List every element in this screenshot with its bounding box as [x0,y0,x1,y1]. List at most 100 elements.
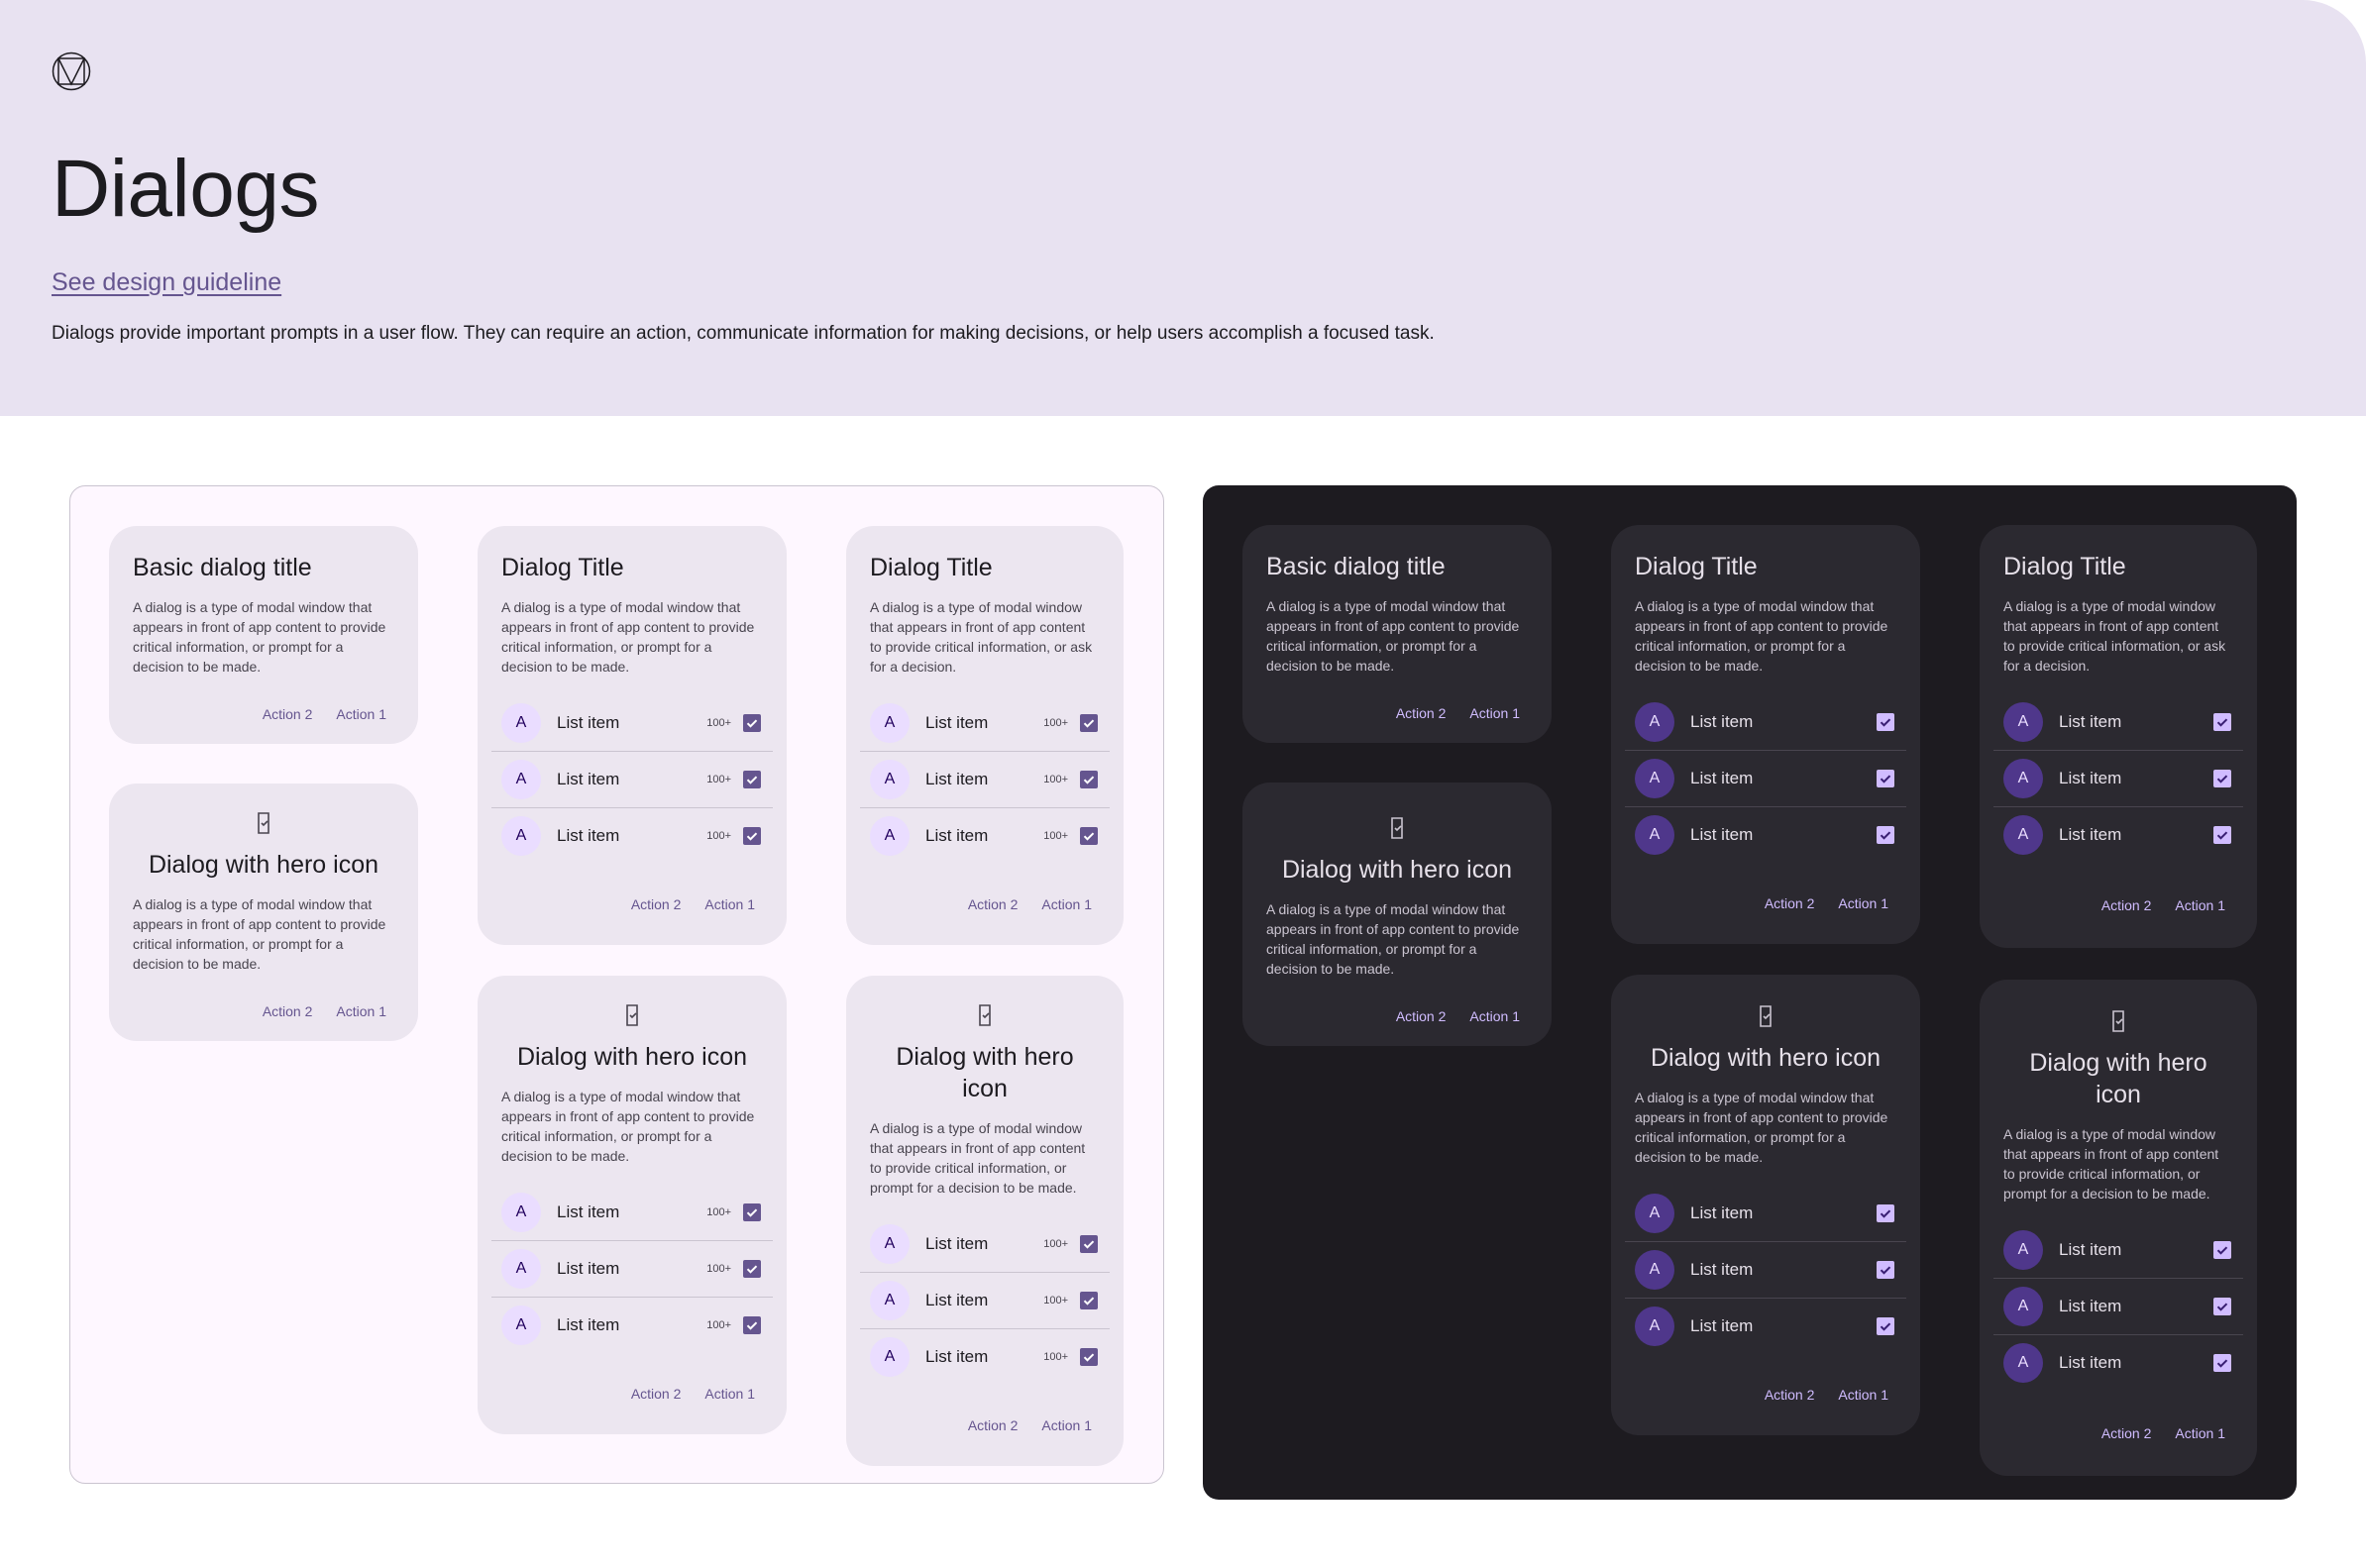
list-item[interactable]: A List item [1625,1298,1906,1354]
action-2-button[interactable]: Action 2 [1384,697,1458,729]
checkbox[interactable] [743,1202,761,1221]
list-item[interactable]: A List item 100+ [860,751,1110,807]
design-guideline-link[interactable]: See design guideline [52,268,281,297]
checkbox[interactable] [1080,713,1098,732]
list-item[interactable]: A List item 100+ [860,1328,1110,1385]
hero-icon-container [501,1003,763,1029]
action-1-button[interactable]: Action 1 [1826,888,1900,919]
check-icon [746,718,758,728]
checkbox[interactable] [1080,771,1098,788]
list-item[interactable]: A List item [1993,1278,2243,1334]
action-1-button[interactable]: Action 1 [1029,889,1104,920]
list-dialog: Dialog Title A dialog is a type of modal… [1611,525,1920,944]
action-2-button[interactable]: Action 2 [2090,1417,2164,1449]
list-item[interactable]: A List item 100+ [860,1215,1110,1272]
list-item[interactable]: A List item [1625,1241,1906,1298]
checkbox[interactable] [2213,770,2231,787]
checkbox[interactable] [1877,1261,1894,1279]
dialog-title: Dialog with hero icon [896,1043,1074,1102]
checkbox[interactable] [1080,1234,1098,1253]
action-2-button[interactable]: Action 2 [619,889,694,920]
list-item[interactable]: A List item 100+ [860,1272,1110,1328]
checkbox[interactable] [743,1316,761,1334]
checkbox[interactable] [1080,1292,1098,1309]
list-item[interactable]: A List item 100+ [491,1297,773,1353]
action-2-button[interactable]: Action 2 [956,889,1030,920]
action-2-button[interactable]: Action 2 [2090,889,2164,921]
action-1-button[interactable]: Action 1 [1826,1379,1900,1411]
checkbox[interactable] [2213,712,2231,731]
action-1-button[interactable]: Action 1 [2163,889,2237,921]
action-1-button[interactable]: Action 1 [1457,1000,1532,1032]
action-2-button[interactable]: Action 2 [956,1410,1030,1441]
action-1-button[interactable]: Action 1 [1029,1410,1104,1441]
list-item[interactable]: A List item 100+ [491,751,773,807]
dialog-title: Dialog with hero icon [2029,1049,2207,1108]
list-item[interactable]: A List item [1993,750,2243,806]
device-check-icon [2112,1010,2124,1032]
list-item[interactable]: A List item [1625,693,1906,750]
list-item[interactable]: A List item [1625,750,1906,806]
dialog-title: Dialog with hero icon [1281,856,1513,884]
dialog-body: A dialog is a type of modal window that … [1266,598,1520,674]
list-item[interactable]: A List item [1993,693,2243,750]
list-item[interactable]: A List item [1625,1185,1906,1241]
checkbox[interactable] [1080,827,1098,845]
check-icon [1083,718,1095,728]
action-2-button[interactable]: Action 2 [619,1378,694,1410]
checkbox[interactable] [1877,826,1894,844]
list-item[interactable]: A List item [1625,806,1906,863]
action-2-button[interactable]: Action 2 [1384,1000,1458,1032]
list-item[interactable]: A List item 100+ [860,807,1110,864]
action-1-button[interactable]: Action 1 [693,1378,767,1410]
action-2-button[interactable]: Action 2 [1753,888,1827,919]
avatar: A [1635,1250,1674,1290]
action-2-button[interactable]: Action 2 [251,698,325,730]
action-1-button[interactable]: Action 1 [2163,1417,2237,1449]
check-icon [1880,775,1891,784]
checkbox[interactable] [2213,1240,2231,1259]
list-item-meta: 100+ [706,1263,731,1275]
checkbox[interactable] [2213,826,2231,844]
checkbox[interactable] [743,1260,761,1278]
checkbox[interactable] [1877,712,1894,731]
dialog-actions: Action 2 Action 1 [870,864,1104,945]
checkbox[interactable] [1877,770,1894,787]
list-item-meta: 100+ [706,1205,731,1218]
dialog-actions: Action 2 Action 1 [2003,863,2237,948]
list-item[interactable]: A List item 100+ [491,1240,773,1297]
checkbox[interactable] [743,771,761,788]
list-dialog: Dialog Title A dialog is a type of modal… [846,526,1124,945]
checkbox[interactable] [2213,1298,2231,1315]
dialog-body: A dialog is a type of modal window that … [501,1089,755,1164]
list-item-label: List item [925,1291,989,1309]
list-item[interactable]: A List item 100+ [491,694,773,751]
action-2-button[interactable]: Action 2 [251,995,325,1027]
checkbox[interactable] [743,713,761,732]
list-item[interactable]: A List item [1993,1221,2243,1278]
list-item[interactable]: A List item 100+ [491,1184,773,1240]
action-1-button[interactable]: Action 1 [324,995,398,1027]
action-1-button[interactable]: Action 1 [324,698,398,730]
action-2-button[interactable]: Action 2 [1753,1379,1827,1411]
checkbox[interactable] [1877,1203,1894,1222]
dialog-body: A dialog is a type of modal window that … [1266,901,1520,977]
checkbox[interactable] [743,827,761,845]
list-item[interactable]: A List item 100+ [491,807,773,864]
material-logo-icon[interactable] [52,52,91,91]
list-item[interactable]: A List item [1993,1334,2243,1391]
action-1-button[interactable]: Action 1 [1457,697,1532,729]
list-item[interactable]: A List item [1993,806,2243,863]
action-1-button[interactable]: Action 1 [693,889,767,920]
dialog-list: A List item A List item A List item [1625,693,1906,863]
list-item-label: List item [1690,711,1754,731]
list-item-meta: 100+ [706,716,731,729]
check-icon [1880,1208,1891,1218]
checkbox[interactable] [1080,1348,1098,1366]
list-item[interactable]: A List item 100+ [860,694,1110,751]
dialog-list: A List item 100+ A List item 100+ A List item… [491,1184,773,1353]
dialog-actions: Action 2 Action 1 [133,684,398,744]
checkbox[interactable] [2213,1354,2231,1372]
checkbox[interactable] [1877,1317,1894,1335]
list-item-label: List item [925,826,989,845]
